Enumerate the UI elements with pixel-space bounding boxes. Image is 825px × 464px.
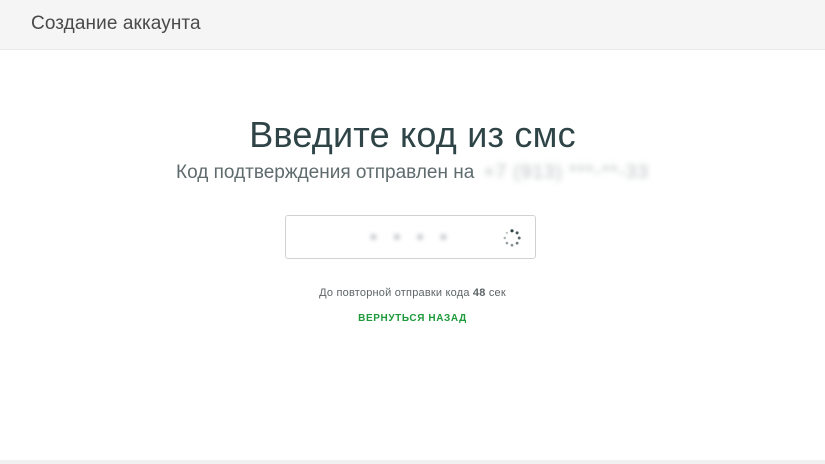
- resend-timer-label: До повторной отправки кода: [319, 287, 470, 299]
- sms-sent-message: Код подтверждения отправлен на +7 (913) …: [0, 162, 825, 184]
- page-header: Создание аккаунта: [0, 0, 825, 50]
- loading-spinner-icon: [503, 229, 521, 247]
- resend-timer: До повторной отправки кода 48 сек: [0, 287, 825, 299]
- resend-timer-seconds: 48: [472, 287, 486, 299]
- resend-timer-unit: сек: [488, 287, 506, 299]
- go-back-link[interactable]: ВЕРНУТЬСЯ НАЗАД: [0, 313, 825, 324]
- header-title: Создание аккаунта: [31, 13, 201, 34]
- sms-code-input[interactable]: • • • •: [285, 215, 536, 259]
- masked-phone-number: +7 (913) ***-**-33: [483, 162, 649, 183]
- page-title: Введите код из смс: [249, 114, 576, 155]
- sms-sent-label: Код подтверждения отправлен на: [176, 162, 475, 183]
- sms-code-value[interactable]: • • • •: [286, 227, 537, 248]
- create-account-page: Создание аккаунта Введите код из смс Код…: [0, 0, 825, 464]
- bottom-divider: [0, 460, 825, 464]
